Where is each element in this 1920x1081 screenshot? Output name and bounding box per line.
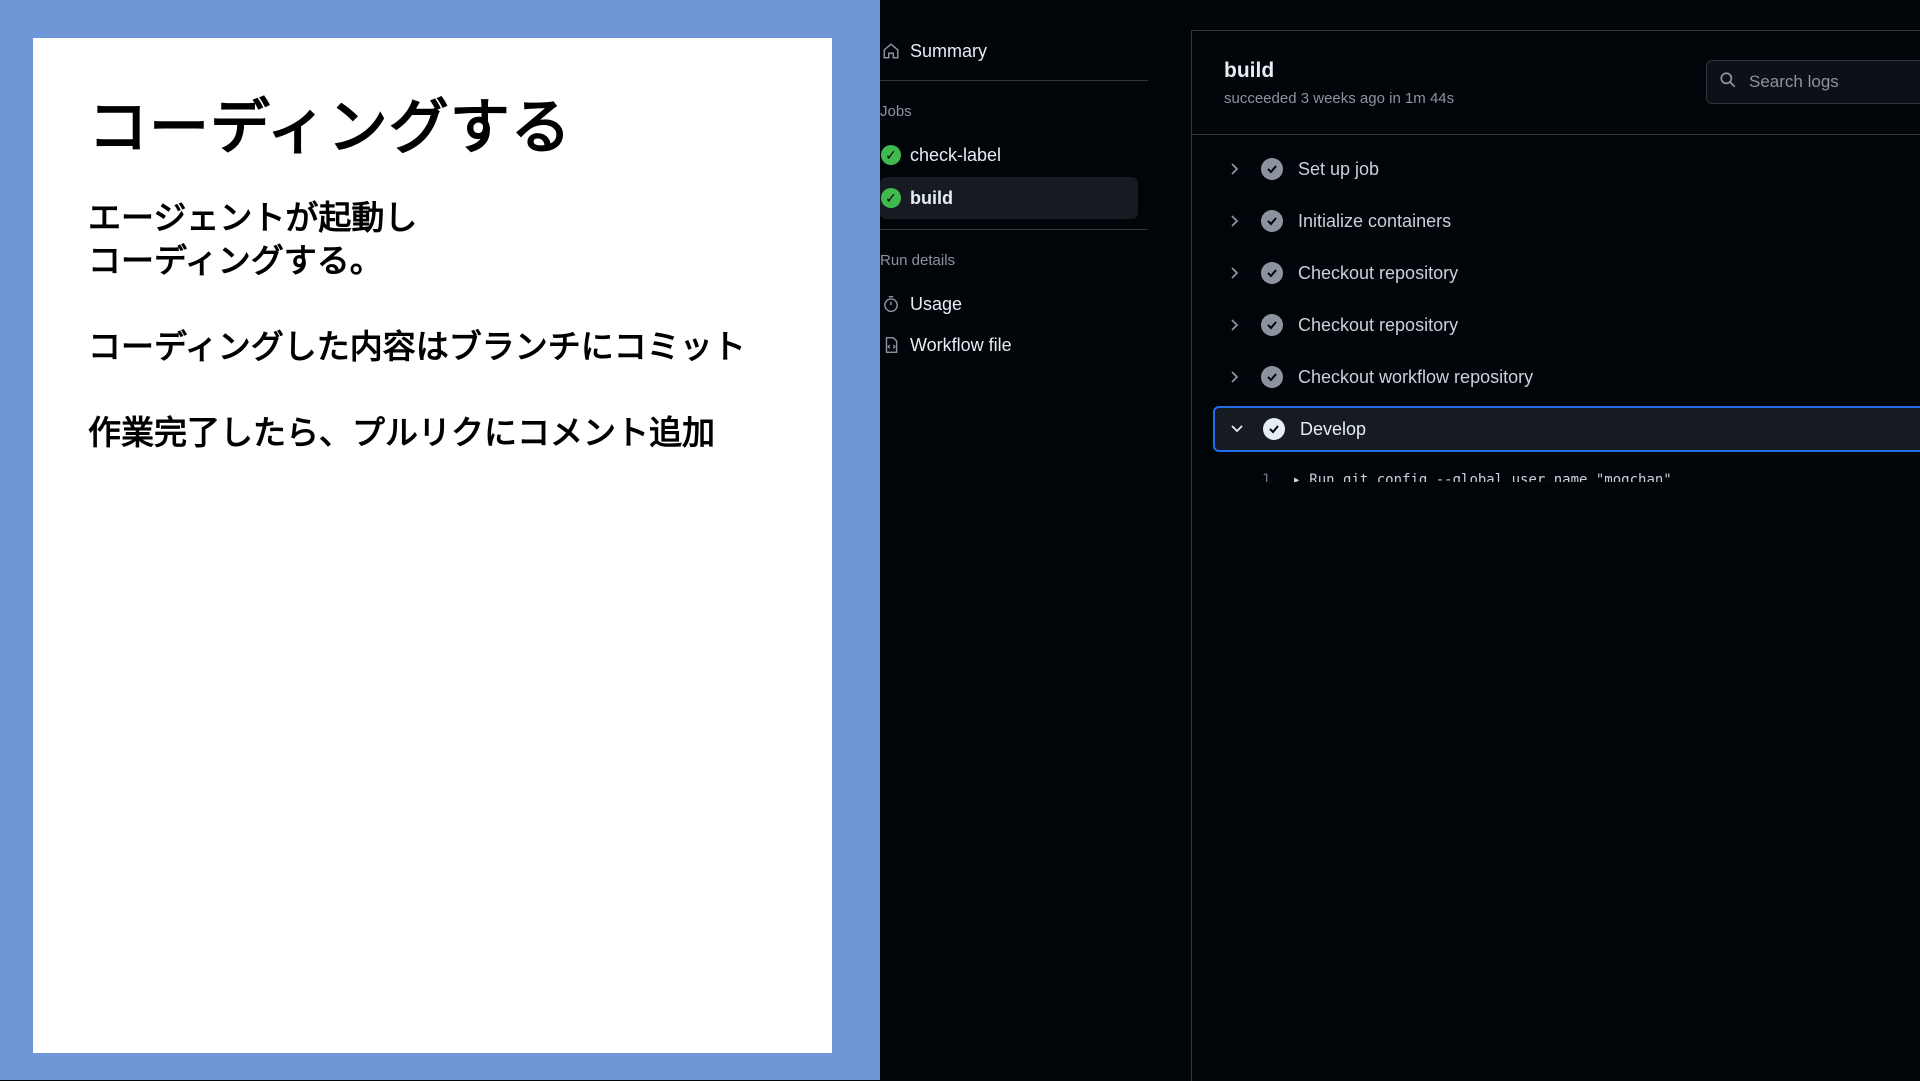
slide-body: エージェントが起動し コーディングする。 コーディングした内容はブランチにコミッ… <box>88 196 832 454</box>
success-check-icon: ✓ <box>881 145 901 165</box>
step-complete-icon <box>1261 314 1283 336</box>
chevron-right-icon <box>1221 318 1249 332</box>
chevron-right-icon <box>1221 266 1249 280</box>
home-icon <box>880 40 902 62</box>
chevron-right-icon <box>1221 214 1249 228</box>
step-label: Develop <box>1300 418 1367 439</box>
step-complete-icon <box>1261 210 1283 232</box>
sidebar-item-label: Workflow file <box>910 334 1012 355</box>
step-label: Checkout repository <box>1298 314 1459 335</box>
search-icon <box>1719 71 1737 94</box>
sidebar-item-usage[interactable]: Usage <box>880 283 1138 325</box>
step-complete-icon <box>1261 158 1283 180</box>
step-row[interactable]: Checkout workflow repository <box>1213 355 1920 399</box>
step-row[interactable]: Checkout repository <box>1213 251 1920 295</box>
workflow-sidebar: Summary Jobs ✓ check-label ✓ build Run d… <box>880 0 1191 1080</box>
search-logs-input[interactable] <box>1747 71 1920 93</box>
step-row[interactable]: Initialize containers <box>1213 199 1920 243</box>
job-header: build succeeded 3 weeks ago in 1m 44s <box>1192 31 1920 135</box>
step-label: Checkout workflow repository <box>1298 366 1534 387</box>
step-row[interactable]: Checkout repository <box>1213 303 1920 347</box>
sidebar-item-workflow-file[interactable]: Workflow file <box>880 324 1138 366</box>
job-log-panel: build succeeded 3 weeks ago in 1m 44s Se… <box>1191 30 1920 1081</box>
slide-paragraph: コーディングした内容はブランチにコミット <box>88 327 746 366</box>
jobs-heading: Jobs <box>880 103 912 120</box>
file-code-icon <box>880 334 902 356</box>
sidebar-item-summary[interactable]: Summary <box>880 30 1138 72</box>
chevron-down-icon <box>1223 423 1251 435</box>
job-status-subtitle: succeeded 3 weeks ago in 1m 44s <box>1224 90 1455 107</box>
log-line-number: 1 <box>1262 472 1271 482</box>
step-complete-icon <box>1261 262 1283 284</box>
search-logs-box[interactable] <box>1706 60 1920 104</box>
slide-card: コーディングする エージェントが起動し コーディングする。 コーディングした内容… <box>33 38 832 1053</box>
slide-title: コーディングする <box>88 93 572 163</box>
sidebar-divider <box>880 80 1148 81</box>
sidebar-item-check-label[interactable]: ✓ check-label <box>880 134 1138 176</box>
log-line: 1 ▸ Run git config --global user.name "mo… <box>1262 472 1672 482</box>
sidebar-item-label: check-label <box>910 144 1002 165</box>
step-label: Set up job <box>1298 158 1380 179</box>
sidebar-item-build[interactable]: ✓ build <box>880 177 1138 219</box>
step-complete-icon <box>1263 418 1285 440</box>
stopwatch-icon <box>880 293 902 315</box>
chevron-right-icon <box>1221 162 1249 176</box>
sidebar-divider <box>880 229 1148 230</box>
run-details-heading: Run details <box>880 252 956 269</box>
step-complete-icon <box>1261 366 1283 388</box>
sidebar-item-label: build <box>910 187 953 208</box>
success-check-icon: ✓ <box>881 188 901 208</box>
step-label: Initialize containers <box>1298 210 1452 231</box>
log-line-text: ▸ Run git config --global user.name "mog… <box>1292 472 1672 482</box>
slide-paragraph: エージェントが起動し コーディングする。 <box>88 198 418 280</box>
sidebar-item-label: Usage <box>910 293 963 314</box>
slide-paragraph: 作業完了したら、プルリクにコメント追加 <box>88 413 715 452</box>
step-row-expanded[interactable]: Develop <box>1213 406 1920 452</box>
sidebar-item-label: Summary <box>910 40 988 61</box>
step-label: Checkout repository <box>1298 262 1459 283</box>
job-title: build <box>1224 59 1275 82</box>
step-row[interactable]: Set up job <box>1213 147 1920 191</box>
chevron-right-icon <box>1221 370 1249 384</box>
